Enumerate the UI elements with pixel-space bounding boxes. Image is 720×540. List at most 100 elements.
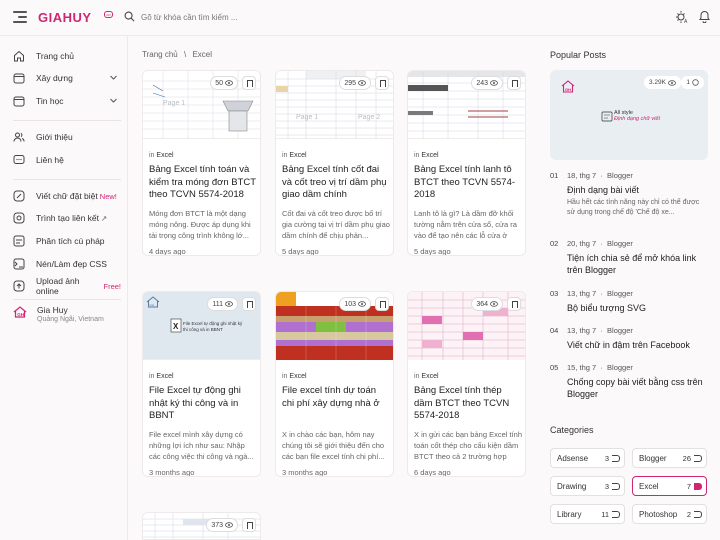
popular-post-title[interactable]: Định dạng bài viết (567, 184, 710, 196)
svg-text:X: X (173, 322, 179, 331)
categories-heading: Categories (550, 425, 594, 435)
category-name: Drawing (557, 482, 587, 491)
sidebar-item-css[interactable]: Nén/Làm đẹp CSS (13, 256, 121, 272)
sidebar-item-link-generator[interactable]: Trình tạo liên kết ↗ (13, 210, 121, 226)
search-input[interactable] (141, 9, 381, 26)
bookmark-icon[interactable] (375, 76, 389, 90)
logo-badge: co (104, 11, 113, 18)
tag-icon (612, 483, 620, 490)
category-blogger[interactable]: Blogger 26 (632, 448, 707, 468)
label-prefix: in (414, 373, 420, 380)
eye-icon (358, 301, 366, 307)
popular-post-title[interactable]: Viết chữ in đậm trên Facebook (567, 339, 710, 351)
popular-post-author: Blogger (607, 326, 633, 335)
site-logo[interactable]: GIAHUY (38, 10, 92, 25)
popular-post-item[interactable]: 03 13, thg 7 · Blogger Bộ biểu tượng SVG (550, 289, 710, 317)
popular-view-count: 3.29K (644, 76, 681, 89)
people-icon (13, 132, 25, 142)
eye-icon (490, 80, 498, 86)
breadcrumb-home[interactable]: Trang chủ (142, 50, 178, 59)
folder-icon (13, 96, 25, 107)
svg-text:Page 1: Page 1 (296, 114, 318, 121)
post-label: in Excel (282, 373, 307, 380)
label-link[interactable]: Excel (289, 152, 306, 159)
post-card[interactable]: 243 in Excel Bảng Excel tính lanh tô BTC… (407, 70, 526, 256)
popular-post-date: 18, thg 7 (567, 171, 597, 180)
popular-post-date: 13, thg 7 (567, 289, 597, 298)
bookmark-icon[interactable] (242, 297, 256, 311)
post-title[interactable]: File Excel tự động ghi nhật ký thi công … (149, 385, 257, 423)
popular-post-item[interactable]: 05 15, thg 7 · Blogger Chống copy bài vi… (550, 363, 710, 403)
popular-post-item[interactable]: 02 20, thg 7 · Blogger Tiện ích chia sẻ … (550, 239, 710, 279)
category-library[interactable]: Library 11 (550, 504, 625, 524)
category-photoshop[interactable]: Photoshop 2 (632, 504, 707, 524)
post-card[interactable]: GH X File Excel tự động ghi nhật ký thi … (142, 291, 261, 477)
view-count-value: 111 (212, 300, 223, 308)
notification-icon[interactable] (698, 10, 711, 23)
label-prefix: in (149, 152, 155, 159)
popular-post-title[interactable]: Chống copy bài viết bằng css trên Blogge… (567, 376, 710, 400)
sidebar-item-special-text[interactable]: Viết chữ đặt biệt New! (13, 188, 121, 204)
sidebar-item-upload[interactable]: Upload ảnh online Free! (13, 276, 121, 296)
popular-post-item[interactable]: 01 18, thg 7 · Blogger Định dạng bài viế… (550, 171, 710, 229)
category-name: Library (557, 510, 582, 519)
post-card[interactable]: 103 in Excel File excel tính dự toán chi… (275, 291, 394, 477)
label-prefix: in (282, 373, 288, 380)
eye-icon (490, 301, 498, 307)
popular-post-image[interactable]: GH All style Định dạng chữ viết 3.29K 1 (550, 70, 708, 160)
post-title[interactable]: Bảng Excel tính toán và kiểm tra móng đơ… (149, 164, 257, 202)
bookmark-icon[interactable] (507, 297, 521, 311)
tag-icon (612, 455, 620, 462)
label-link[interactable]: Excel (156, 373, 173, 380)
bookmark-icon[interactable] (242, 518, 256, 532)
comment-icon (692, 79, 699, 86)
svg-text:Page 2: Page 2 (358, 114, 380, 121)
post-label: in Excel (282, 152, 307, 159)
sidebar-item-contact[interactable]: Liên hệ (13, 152, 121, 168)
folder-icon (13, 73, 25, 84)
popular-post-author: Blogger (607, 289, 633, 298)
popular-post-title[interactable]: Bộ biểu tượng SVG (567, 302, 710, 314)
post-card[interactable]: Page 1 50 in Excel Bảng Excel tính toán … (142, 70, 261, 256)
post-card[interactable]: Page 1 Page 2 295 in Excel Bảng Excel tí… (275, 70, 394, 256)
bookmark-icon[interactable] (242, 76, 256, 90)
popular-post-item[interactable]: 04 13, thg 7 · Blogger Viết chữ in đậm t… (550, 326, 710, 354)
popular-post-number: 03 (550, 289, 559, 298)
post-title[interactable]: Bảng Excel tính thép dầm BTCT theo TCVN … (414, 385, 522, 423)
popular-post-author: Blogger (607, 239, 633, 248)
post-title[interactable]: Bảng Excel tính cốt đai và cốt treo vị t… (282, 164, 390, 202)
css-icon (13, 258, 25, 270)
view-count: 295 (339, 76, 371, 90)
menu-toggle-icon[interactable] (13, 11, 27, 23)
label-link[interactable]: Excel (421, 373, 438, 380)
category-adsense[interactable]: Adsense 3 (550, 448, 625, 468)
sidebar-item-about[interactable]: Giới thiệu (13, 129, 121, 145)
category-count: 26 (682, 454, 691, 463)
sidebar-item-xay-dung[interactable]: Xây dựng (13, 70, 121, 86)
post-label: in Excel (149, 152, 174, 159)
bookmark-icon[interactable] (507, 76, 521, 90)
label-link[interactable]: Excel (421, 152, 438, 159)
post-title[interactable]: File excel tính dự toán chi phí xây dựng… (282, 385, 390, 410)
sidebar-item-tin-hoc[interactable]: Tin học (13, 93, 121, 109)
post-date: 5 days ago (414, 247, 451, 256)
sidebar-item-home[interactable]: Trang chủ (13, 48, 121, 64)
post-card[interactable]: 364 in Excel Bảng Excel tính thép dầm BT… (407, 291, 526, 477)
post-title[interactable]: Bảng Excel tính lanh tô BTCT theo TCVN 5… (414, 164, 522, 202)
profile-name[interactable]: Gia Huy (37, 305, 68, 315)
external-link-icon: ↗ (101, 213, 108, 223)
post-date: 4 days ago (149, 247, 186, 256)
label-prefix: in (149, 373, 155, 380)
label-link[interactable]: Excel (156, 152, 173, 159)
bookmark-icon[interactable] (375, 297, 389, 311)
label-link[interactable]: Excel (289, 373, 306, 380)
popular-post-title[interactable]: Tiện ích chia sẻ để mở khóa link trên Bl… (567, 252, 710, 276)
category-drawing[interactable]: Drawing 3 (550, 476, 625, 496)
category-excel[interactable]: Excel 7 (632, 476, 707, 496)
svg-text:GH: GH (565, 87, 571, 92)
post-card[interactable]: 373 (142, 512, 261, 540)
popular-post-number: 02 (550, 239, 559, 248)
svg-text:A: A (684, 19, 688, 24)
sidebar-item-parser[interactable]: Phân tích cú pháp (13, 233, 121, 249)
theme-toggle-icon[interactable]: A (675, 10, 689, 24)
